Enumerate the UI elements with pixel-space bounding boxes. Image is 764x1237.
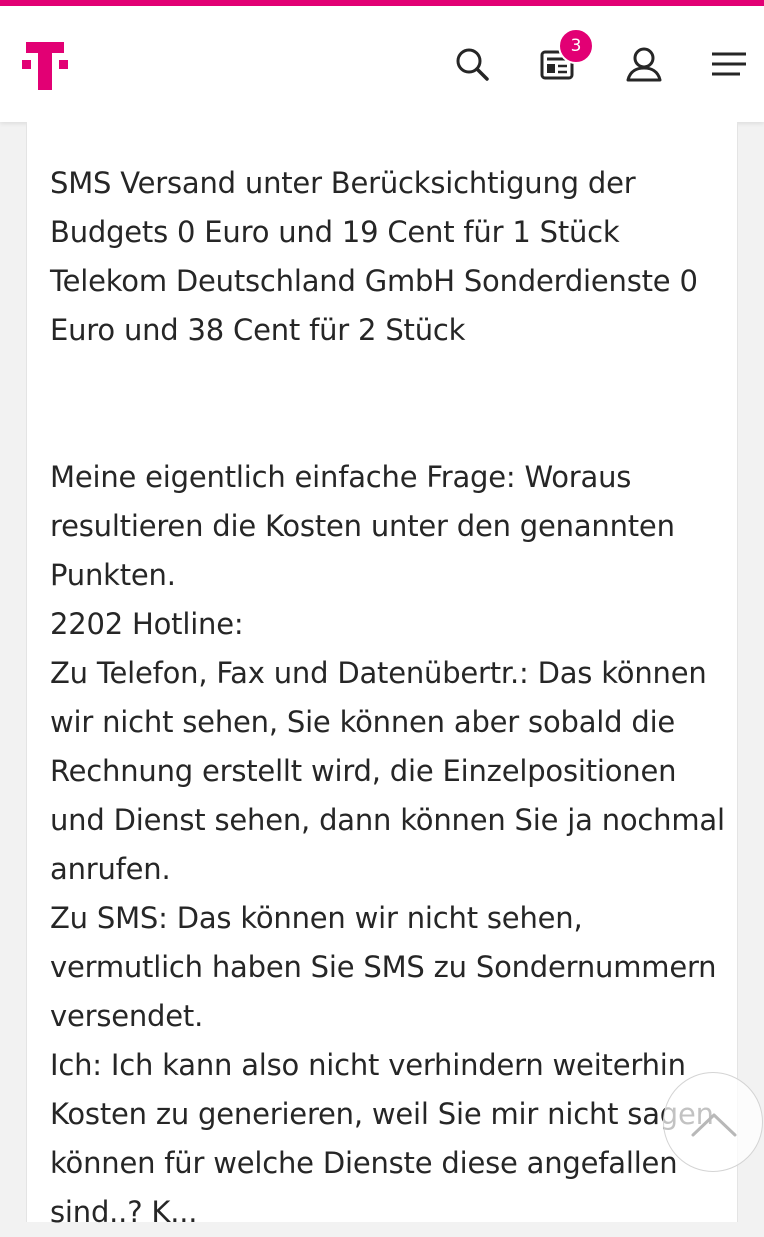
post-line: Punkten. (50, 558, 176, 592)
chevron-up-icon (691, 1113, 737, 1137)
telekom-logo[interactable] (22, 40, 68, 92)
search-button[interactable] (452, 44, 492, 84)
post-line: und Dienst sehen, dann können Sie ja noc… (50, 803, 725, 837)
post-line: 2202 Hotline: (50, 607, 244, 641)
post-line: versendet. (50, 999, 204, 1033)
post-line: Zu Telefon, Fax und Datenübertr.: Das kö… (50, 656, 707, 690)
post-line: Ich: Ich kann also nicht verhindern weit… (50, 1048, 686, 1082)
notification-badge[interactable]: 3 (558, 28, 594, 64)
post-line: Euro und 38 Cent für 2 Stück (50, 313, 466, 347)
user-icon (626, 47, 662, 82)
post-line: Budgets 0 Euro und 19 Cent für 1 Stück (50, 215, 620, 249)
post-line: wir nicht sehen, Sie können aber sobald … (50, 705, 676, 739)
post-line: sind..? K... (50, 1195, 198, 1229)
scroll-to-top-button[interactable] (663, 1072, 763, 1172)
post-line: SMS Versand unter Berücksichtigung der (50, 166, 636, 200)
post-line: anrufen. (50, 852, 171, 886)
post-line: Rechnung erstellt wird, die Einzelpositi… (50, 754, 677, 788)
account-button[interactable] (624, 44, 664, 84)
post-line: resultieren die Kosten unter den genannt… (50, 509, 675, 543)
post-line: Telekom Deutschland GmbH Sonderdienste 0 (50, 264, 698, 298)
menu-button[interactable] (710, 44, 750, 84)
post-line: Meine eigentlich einfache Frage: Woraus (50, 460, 632, 494)
post-line: Kosten zu generieren, weil Sie mir nicht… (50, 1097, 714, 1131)
header-bar: 3 (0, 6, 764, 122)
menu-icon (712, 52, 746, 76)
post-line: Zu SMS: Das können wir nicht sehen, (50, 901, 583, 935)
post-line: vermutlich haben Sie SMS zu Sondernummer… (50, 950, 717, 984)
post-card: SMS Versand unter Berücksichtigung der B… (26, 122, 738, 1229)
post-line: können für welche Dienste diese angefall… (50, 1146, 678, 1180)
post-body: SMS Versand unter Berücksichtigung der B… (50, 159, 730, 1237)
search-icon (456, 48, 489, 81)
